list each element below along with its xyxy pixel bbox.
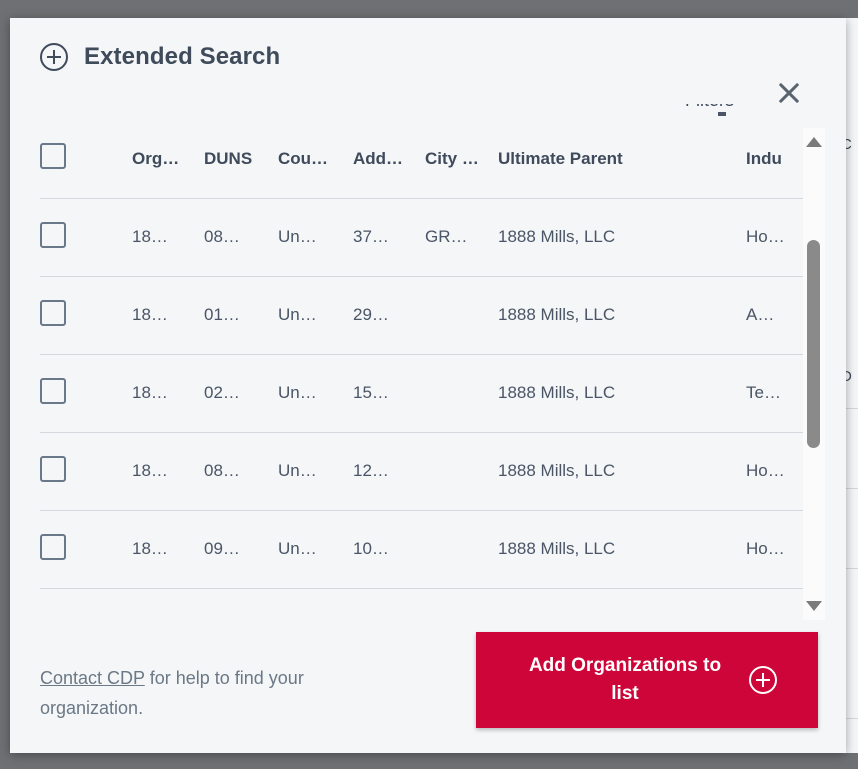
column-header-parent[interactable]: Ultimate Parent bbox=[498, 120, 746, 198]
table-header-row: Org… DUNS Cou… Add… City … Ultimate Pare… bbox=[40, 120, 818, 198]
table-body: 18… 08… Un… 37… GR… 1888 Mills, LLC Ho… … bbox=[40, 198, 818, 588]
cell-duns: 09… bbox=[204, 539, 240, 558]
row-checkbox[interactable] bbox=[40, 377, 66, 404]
cell-parent: 1888 Mills, LLC bbox=[498, 461, 616, 480]
column-header-city[interactable]: City … bbox=[425, 120, 498, 198]
row-checkbox[interactable] bbox=[40, 455, 66, 482]
cell-country: Un… bbox=[278, 227, 317, 246]
add-organizations-label: Add Organizations to list bbox=[528, 655, 722, 704]
cell-country: Un… bbox=[278, 539, 317, 558]
contact-cdp-link[interactable]: Contact CDP bbox=[40, 668, 145, 688]
row-select-cell bbox=[40, 198, 132, 276]
column-header-duns[interactable]: DUNS bbox=[204, 120, 278, 198]
cell-parent: 1888 Mills, LLC bbox=[498, 227, 616, 246]
page-title: Extended Search bbox=[84, 43, 281, 70]
extended-search-dialog: Extended Search Filters Org… DUNS Cou… bbox=[10, 18, 846, 753]
triangle-up-icon[interactable] bbox=[806, 137, 822, 147]
cell-city bbox=[425, 276, 498, 354]
cell-country: Un… bbox=[278, 305, 317, 324]
row-select-cell bbox=[40, 432, 132, 510]
plus-circle-icon bbox=[749, 666, 777, 694]
row-checkbox[interactable] bbox=[40, 299, 66, 326]
cell-duns: 01… bbox=[204, 305, 240, 324]
cell-parent: 1888 Mills, LLC bbox=[498, 383, 616, 402]
row-select-cell bbox=[40, 354, 132, 432]
cell-address: 29… bbox=[353, 305, 389, 324]
cell-city bbox=[425, 432, 498, 510]
row-checkbox[interactable] bbox=[40, 533, 66, 560]
cell-city: GR… bbox=[425, 227, 468, 246]
cell-address: 15… bbox=[353, 383, 389, 402]
table-row[interactable]: 18… 08… Un… 37… GR… 1888 Mills, LLC Ho… bbox=[40, 198, 818, 276]
cell-org: 18… bbox=[132, 305, 168, 324]
cell-org: 18… bbox=[132, 461, 168, 480]
cell-org: 18… bbox=[132, 383, 168, 402]
plus-circle-icon bbox=[40, 43, 68, 71]
cell-country: Un… bbox=[278, 461, 317, 480]
row-select-cell bbox=[40, 276, 132, 354]
table-row[interactable]: 18… 09… Un… 10… 1888 Mills, LLC Ho… bbox=[40, 510, 818, 588]
cell-address: 10… bbox=[353, 539, 389, 558]
scrollbar-thumb[interactable] bbox=[807, 240, 820, 448]
dialog-header: Extended Search bbox=[10, 18, 846, 96]
cell-address: 12… bbox=[353, 461, 389, 480]
cell-country: Un… bbox=[278, 383, 317, 402]
column-header-country[interactable]: Cou… bbox=[278, 120, 353, 198]
row-checkbox[interactable] bbox=[40, 221, 66, 248]
clipped-filters-label: Filters bbox=[685, 104, 734, 111]
add-organizations-button[interactable]: Add Organizations to list bbox=[476, 632, 818, 728]
table-row[interactable]: 18… 02… Un… 15… 1888 Mills, LLC Te… bbox=[40, 354, 818, 432]
select-all-header bbox=[40, 120, 132, 198]
cell-parent: 1888 Mills, LLC bbox=[498, 539, 616, 558]
cell-address: 37… bbox=[353, 227, 389, 246]
cell-duns: 02… bbox=[204, 383, 240, 402]
cell-org: 18… bbox=[132, 227, 168, 246]
cell-org: 18… bbox=[132, 539, 168, 558]
cell-parent: 1888 Mills, LLC bbox=[498, 305, 616, 324]
contact-help-note: Contact CDP for help to find your organi… bbox=[40, 663, 390, 723]
column-header-address[interactable]: Add… bbox=[353, 120, 425, 198]
clipped-dash-mark bbox=[718, 112, 726, 116]
triangle-down-icon[interactable] bbox=[806, 601, 822, 611]
column-header-org[interactable]: Org… bbox=[132, 120, 204, 198]
cell-duns: 08… bbox=[204, 227, 240, 246]
cell-city bbox=[425, 510, 498, 588]
cell-duns: 08… bbox=[204, 461, 240, 480]
results-table-container: Org… DUNS Cou… Add… City … Ultimate Pare… bbox=[40, 120, 818, 620]
clipped-filters-row: Filters bbox=[40, 104, 816, 120]
organizations-table: Org… DUNS Cou… Add… City … Ultimate Pare… bbox=[40, 120, 818, 589]
table-scrollbar[interactable] bbox=[803, 128, 825, 620]
table-row[interactable]: 18… 08… Un… 12… 1888 Mills, LLC Ho… bbox=[40, 432, 818, 510]
cell-city bbox=[425, 354, 498, 432]
table-row[interactable]: 18… 01… Un… 29… 1888 Mills, LLC A… bbox=[40, 276, 818, 354]
row-select-cell bbox=[40, 510, 132, 588]
select-all-checkbox[interactable] bbox=[40, 143, 66, 170]
